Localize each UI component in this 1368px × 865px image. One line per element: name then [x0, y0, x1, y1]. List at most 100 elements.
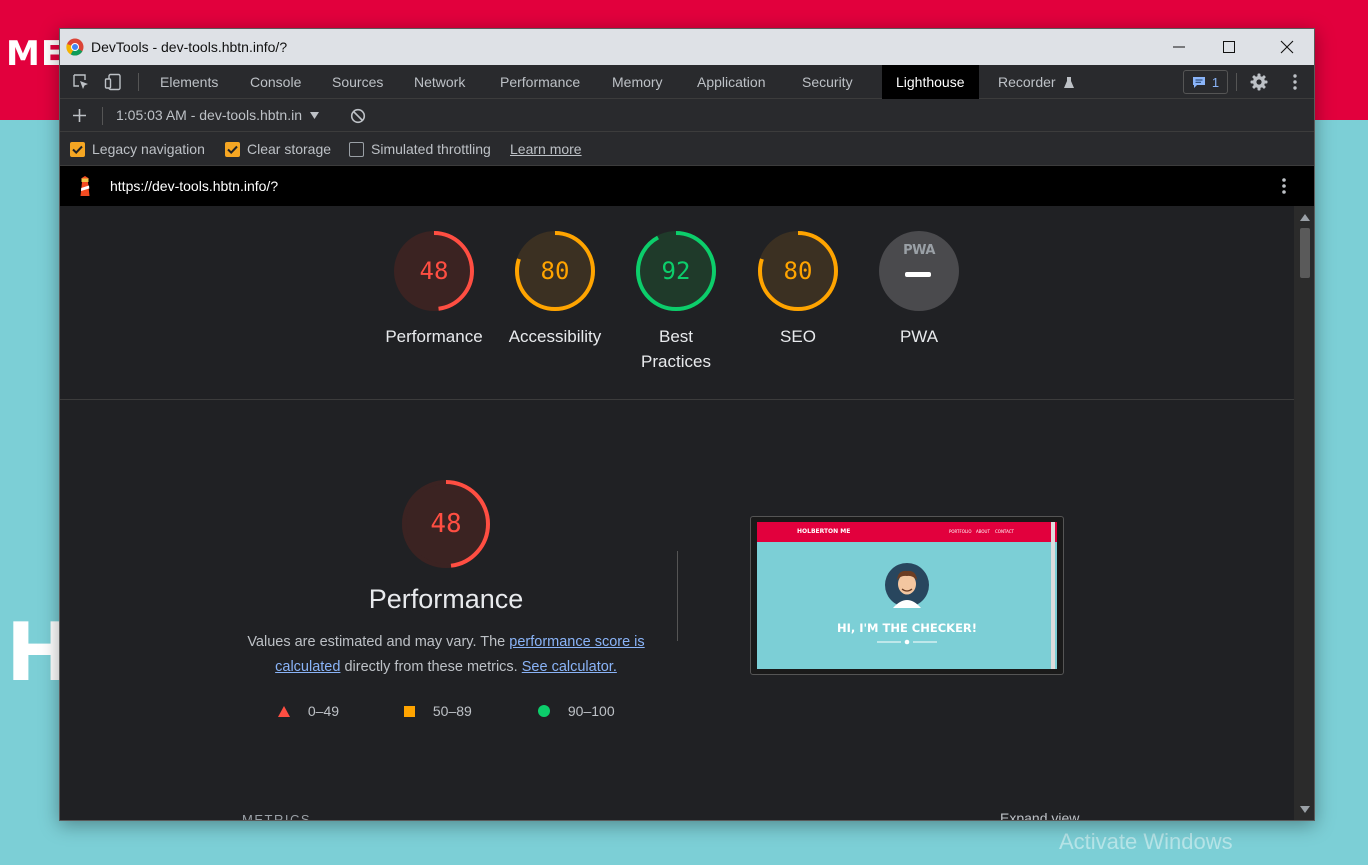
legend-pass-range: 90–100 — [567, 703, 615, 719]
gauge-label-accessibility: Accessibility — [508, 327, 602, 346]
gauge-accessibility[interactable]: 80 — [513, 229, 597, 313]
metrics-section-label: METRICS — [242, 812, 311, 821]
close-button[interactable] — [1262, 29, 1312, 65]
pwa-dash-icon — [905, 272, 931, 277]
inspect-element-icon[interactable] — [72, 73, 90, 91]
legend-average: 50–89 — [404, 703, 472, 719]
average-square-icon — [404, 706, 415, 717]
clear-all-icon[interactable] — [350, 108, 366, 124]
lighthouse-toolbar: 1:05:03 AM - dev-tools.hbtn.in — [60, 99, 1314, 132]
gauge-label-best-practices: Best Practices — [641, 327, 711, 371]
checkmark-icon — [72, 145, 83, 155]
report-scrollbar[interactable] — [1294, 206, 1314, 820]
toolbar-separator — [102, 107, 103, 125]
tab-network[interactable]: Network — [414, 65, 465, 99]
performance-main-score: 48 — [430, 509, 462, 539]
screenshot-scroll-edge — [1051, 522, 1055, 669]
legacy-navigation-label[interactable]: Legacy navigation — [92, 141, 205, 157]
simulated-throttling-label[interactable]: Simulated throttling — [371, 141, 491, 157]
issues-count: 1 — [1211, 74, 1220, 90]
gauge-pwa[interactable]: PWA — [877, 229, 961, 313]
tab-application[interactable]: Application — [697, 65, 766, 99]
report-url[interactable]: https://dev-tools.hbtn.info/? — [110, 178, 278, 194]
pwa-badge-text: PWA — [903, 243, 935, 258]
devtools-window: DevTools - dev-tools.hbtn.info/? Element… — [59, 28, 1315, 821]
tab-elements[interactable]: Elements — [160, 65, 218, 99]
lighthouse-logo-icon — [80, 176, 90, 196]
device-toolbar-icon[interactable] — [104, 73, 122, 91]
report-select[interactable]: 1:05:03 AM - dev-tools.hbtn.in — [116, 99, 319, 132]
avatar-icon — [885, 563, 929, 608]
performance-description-text: Values are estimated and may vary. The — [247, 634, 510, 650]
gauge-score: 80 — [540, 257, 570, 285]
scroll-up-arrow-icon[interactable] — [1300, 214, 1310, 221]
legend-fail-range: 0–49 — [307, 703, 340, 719]
report-url-bar: https://dev-tools.hbtn.info/? — [60, 166, 1314, 206]
minimize-button[interactable] — [1154, 29, 1204, 65]
see-calculator-link[interactable]: See calculator. — [522, 659, 617, 675]
tab-console[interactable]: Console — [250, 65, 301, 99]
scroll-down-arrow-icon[interactable] — [1300, 806, 1310, 813]
tab-recorder[interactable]: Recorder — [998, 65, 1075, 99]
gauge-label-performance: Performance — [385, 327, 483, 346]
simulated-throttling-checkbox[interactable] — [349, 142, 364, 157]
window-titlebar[interactable]: DevTools - dev-tools.hbtn.info/? — [60, 29, 1314, 65]
gauge-score: 80 — [783, 257, 813, 285]
new-report-plus-icon[interactable] — [72, 108, 87, 123]
vertical-divider — [677, 551, 678, 641]
tab-lighthouse[interactable]: Lighthouse — [882, 65, 979, 99]
maximize-button[interactable] — [1204, 29, 1254, 65]
window-title: DevTools - dev-tools.hbtn.info/? — [91, 39, 288, 55]
gauge-seo[interactable]: 80 — [756, 229, 840, 313]
tabbar-separator — [1236, 73, 1237, 91]
experimental-flask-icon — [1064, 77, 1075, 88]
close-icon — [1280, 40, 1294, 54]
performance-description: Values are estimated and may vary. The p… — [236, 630, 656, 680]
chevron-down-icon — [309, 112, 319, 119]
screenshot-hero-title: HI, I'M THE CHECKER! — [836, 621, 978, 635]
screenshot-logo: HOLBERTON ME — [797, 528, 851, 535]
tab-security[interactable]: Security — [802, 65, 853, 99]
screenshot-nav-item: ABOUT — [976, 529, 990, 534]
issues-badge[interactable]: 1 — [1183, 70, 1228, 94]
screenshot-page: HOLBERTON ME PORTFOLIO ABOUT CONTACT HI,… — [757, 522, 1057, 669]
screenshot-nav-item: PORTFOLIO — [949, 529, 972, 534]
pass-circle-icon — [538, 705, 550, 717]
chrome-icon — [66, 38, 84, 56]
page-logo: ME — [6, 34, 66, 74]
tab-memory[interactable]: Memory — [612, 65, 663, 99]
gauge-ring — [879, 231, 959, 311]
legacy-navigation-checkbox[interactable] — [70, 142, 85, 157]
settings-gear-icon[interactable] — [1250, 73, 1268, 91]
performance-description-text: directly from these metrics. — [340, 659, 522, 675]
legend-pass: 90–100 — [538, 703, 615, 719]
section-divider — [60, 399, 1294, 400]
legend-average-range: 50–89 — [432, 703, 472, 719]
performance-main-gauge: 48 — [400, 478, 492, 570]
clear-storage-label[interactable]: Clear storage — [247, 141, 331, 157]
gauge-score: 92 — [661, 257, 691, 285]
screenshot-star-divider — [877, 639, 937, 645]
legend-fail: 0–49 — [278, 703, 339, 719]
screenshot-nav-item: CONTACT — [995, 529, 1014, 534]
expand-view-toggle[interactable]: Expand view — [1000, 810, 1079, 820]
fail-triangle-icon — [278, 706, 290, 717]
final-screenshot[interactable]: HOLBERTON ME PORTFOLIO ABOUT CONTACT HI,… — [750, 516, 1064, 675]
lighthouse-report: 48 Performance 80 Accessibility 92 Best Pract… — [60, 206, 1294, 821]
report-menu-icon[interactable] — [1275, 176, 1293, 196]
gauge-label-seo: SEO — [780, 327, 816, 346]
gauge-performance[interactable]: 48 — [392, 229, 476, 313]
performance-title: Performance — [368, 584, 524, 614]
tab-recorder-label: Recorder — [998, 74, 1056, 90]
gauge-score: 48 — [419, 257, 449, 285]
clear-storage-checkbox[interactable] — [225, 142, 240, 157]
more-options-icon[interactable] — [1286, 73, 1304, 91]
tabbar-separator — [138, 73, 139, 91]
report-select-label: 1:05:03 AM - dev-tools.hbtn.in — [116, 107, 302, 123]
scrollbar-thumb[interactable] — [1300, 228, 1310, 278]
learn-more-link[interactable]: Learn more — [510, 141, 582, 157]
tab-sources[interactable]: Sources — [332, 65, 383, 99]
tab-performance[interactable]: Performance — [500, 65, 580, 99]
gauge-best-practices[interactable]: 92 — [634, 229, 718, 313]
checkmark-icon — [227, 145, 238, 155]
